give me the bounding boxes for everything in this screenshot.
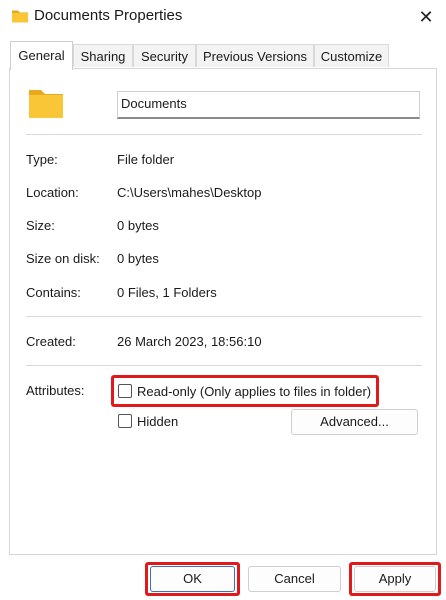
created-value: 26 March 2023, 18:56:10 bbox=[117, 334, 262, 349]
general-panel bbox=[9, 68, 437, 555]
separator bbox=[26, 134, 422, 135]
size-label: Size: bbox=[26, 218, 55, 233]
size-value: 0 bytes bbox=[117, 218, 159, 233]
hidden-checkbox[interactable] bbox=[118, 414, 132, 428]
ok-button[interactable]: OK bbox=[150, 566, 235, 592]
window-title: Documents Properties bbox=[34, 7, 183, 24]
contains-value: 0 Files, 1 Folders bbox=[117, 285, 217, 300]
tab-sharing[interactable]: Sharing bbox=[73, 44, 133, 67]
tab-general[interactable]: General bbox=[10, 41, 73, 70]
created-label: Created: bbox=[26, 334, 76, 349]
contains-label: Contains: bbox=[26, 285, 81, 300]
hidden-label[interactable]: Hidden bbox=[137, 414, 178, 429]
attributes-label: Attributes: bbox=[26, 383, 85, 398]
close-icon[interactable]: ✕ bbox=[414, 6, 438, 28]
advanced-button[interactable]: Advanced... bbox=[291, 409, 418, 435]
size-on-disk-value: 0 bytes bbox=[117, 251, 159, 266]
separator bbox=[26, 365, 422, 366]
location-label: Location: bbox=[26, 185, 79, 200]
readonly-checkbox[interactable] bbox=[118, 384, 132, 398]
location-value: C:\Users\mahes\Desktop bbox=[117, 185, 262, 200]
large-folder-icon bbox=[28, 87, 64, 122]
type-label: Type: bbox=[26, 152, 58, 167]
size-on-disk-label: Size on disk: bbox=[26, 251, 100, 266]
cancel-button[interactable]: Cancel bbox=[248, 566, 341, 592]
tab-previous-versions[interactable]: Previous Versions bbox=[196, 44, 314, 67]
readonly-label[interactable]: Read-only (Only applies to files in fold… bbox=[137, 384, 371, 399]
type-value: File folder bbox=[117, 152, 175, 167]
folder-name-input[interactable]: Documents bbox=[117, 91, 420, 119]
tab-customize[interactable]: Customize bbox=[314, 44, 389, 67]
folder-icon bbox=[11, 8, 29, 27]
tab-security[interactable]: Security bbox=[133, 44, 196, 67]
separator bbox=[26, 316, 422, 317]
apply-button[interactable]: Apply bbox=[354, 566, 436, 592]
